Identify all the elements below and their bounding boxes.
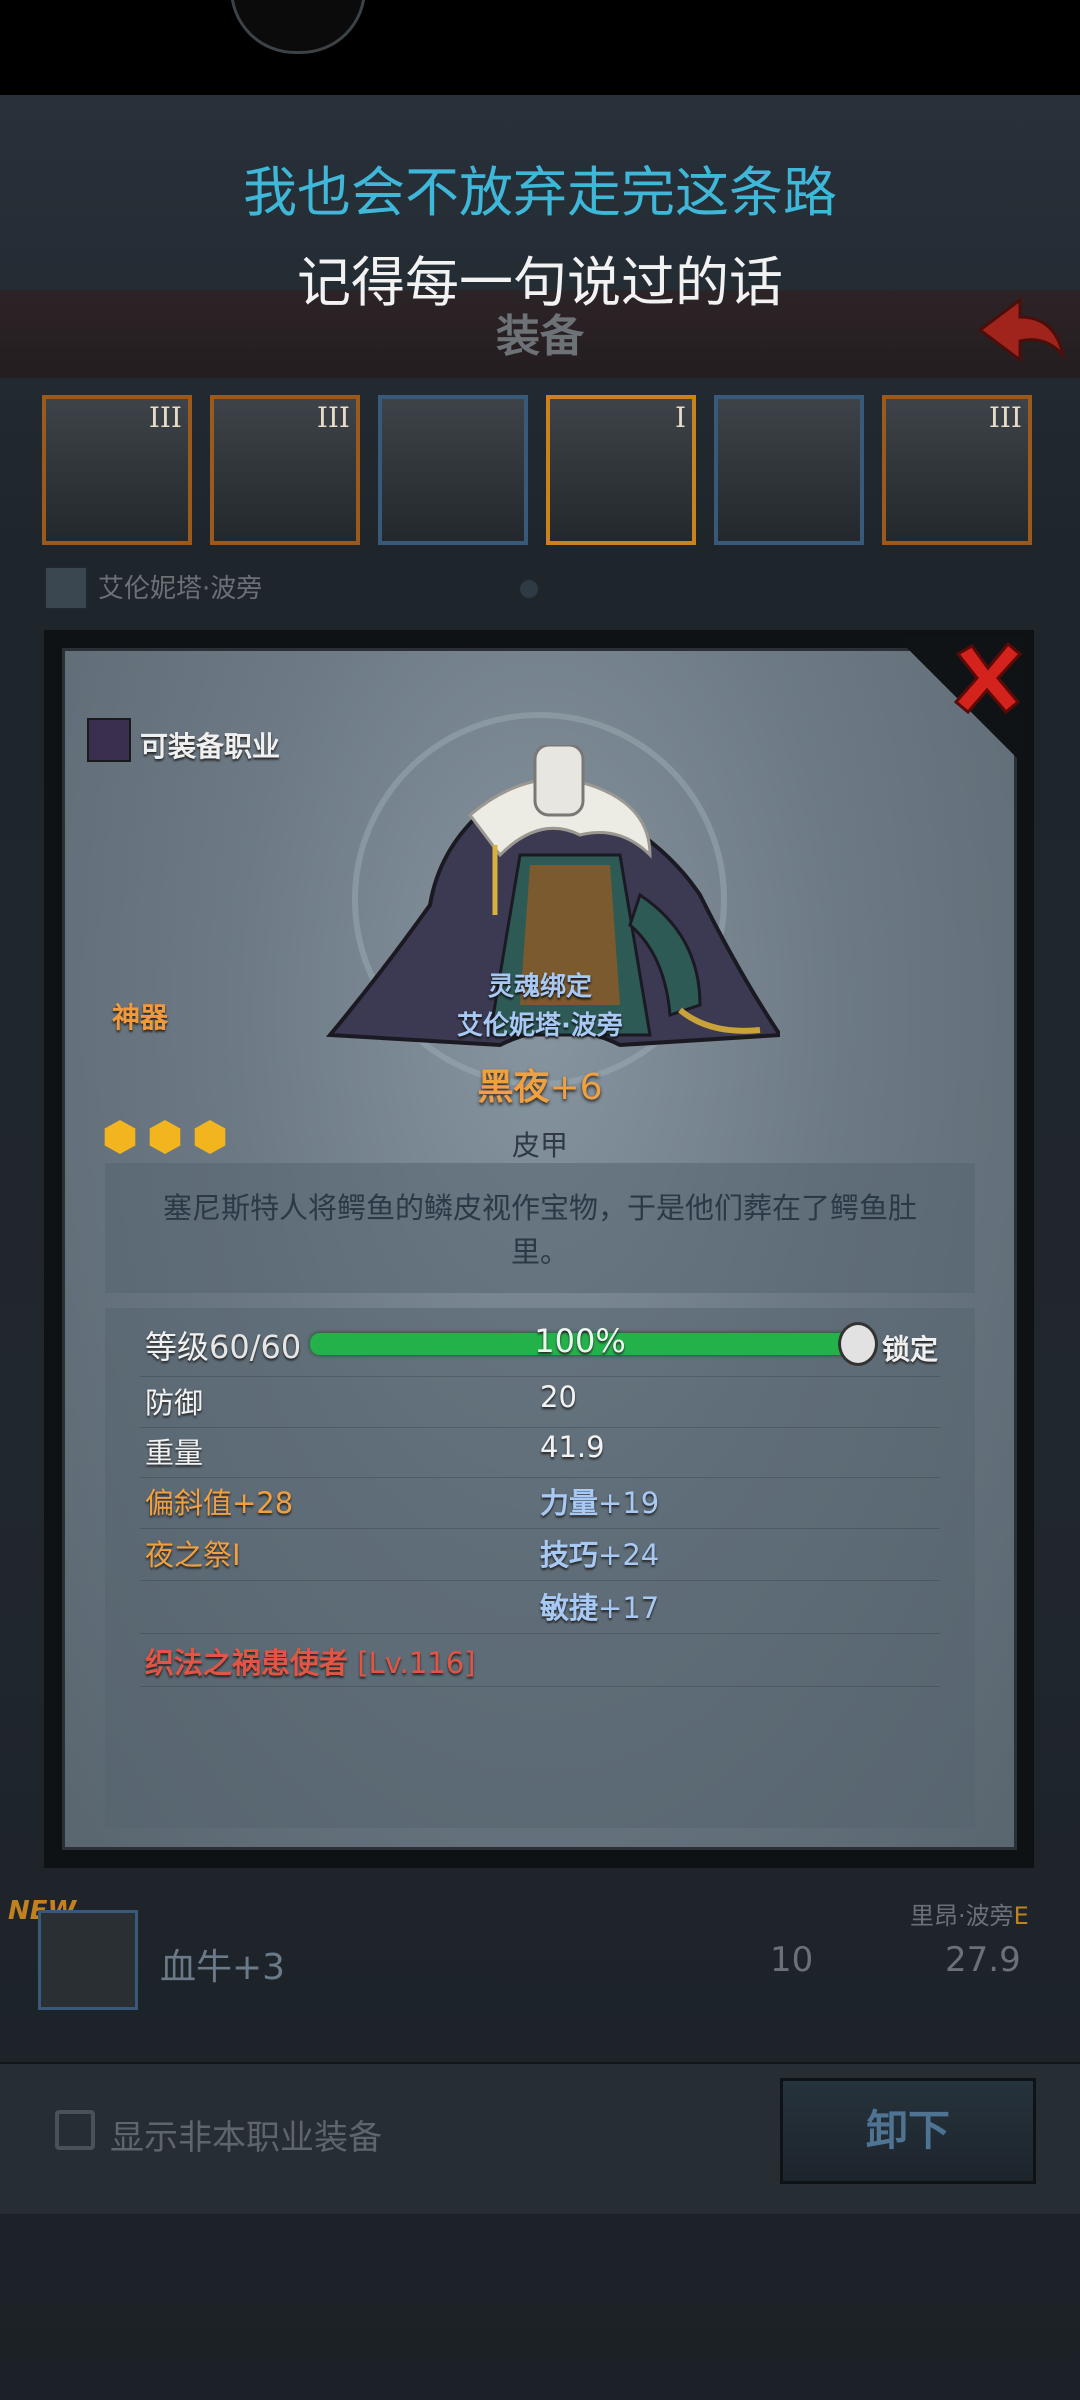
item-title: 黑夜+6: [0, 1058, 1080, 1110]
lock-label[interactable]: 锁定: [882, 1328, 938, 1368]
weight-label: 重量: [145, 1436, 204, 1470]
tier-numeral: III: [316, 401, 350, 434]
item-type: 皮甲: [511, 1129, 568, 1162]
equipment-slot-boots[interactable]: [714, 395, 864, 545]
show-other-class-label: 显示非本职业装备: [110, 2118, 382, 2158]
tier-numeral: I: [674, 401, 686, 434]
equipment-slot-offhand[interactable]: III: [210, 395, 360, 545]
show-other-class-checkbox[interactable]: [55, 2110, 95, 2150]
soulbound-label: 灵魂绑定: [487, 972, 592, 1002]
agility-stat: 敏捷+17: [540, 1591, 660, 1625]
character-avatar-icon: [44, 566, 88, 610]
item-name: 黑夜: [477, 1067, 550, 1108]
weight-value: 41.9: [540, 1430, 605, 1464]
lyric-line-2: 记得每一句说过的话: [297, 251, 783, 314]
strength-stat: 力量+19: [540, 1486, 660, 1520]
equipment-slot-weapon[interactable]: III: [42, 395, 192, 545]
equipment-slot-helmet[interactable]: [378, 395, 528, 545]
equippable-class-label: 可装备职业: [140, 730, 281, 763]
list-item-owner: 里昂·波旁E: [910, 1902, 1029, 1930]
defense-label: 防御: [145, 1386, 204, 1420]
page-indicator-dot: [520, 580, 538, 598]
defense-value: 20: [540, 1380, 577, 1414]
level-progress-text: 100%: [534, 1322, 626, 1360]
row-divider: [140, 1580, 940, 1581]
row-divider: [140, 1427, 940, 1428]
character-name: 艾伦妮塔·波旁: [98, 574, 263, 604]
class-weapon-icon: [87, 718, 131, 762]
equipment-slot-book[interactable]: III: [882, 395, 1032, 545]
bound-owner-label: 艾伦妮塔·波旁: [457, 1011, 623, 1041]
tier-numeral: III: [148, 401, 182, 434]
row-divider: [140, 1633, 940, 1634]
unequip-button[interactable]: 卸下: [780, 2078, 1036, 2184]
row-divider: [140, 1477, 940, 1478]
top-bar: [0, 0, 1080, 95]
row-divider: [140, 1528, 940, 1529]
equipment-slot-armor[interactable]: I: [546, 395, 696, 545]
list-item-defense: 10: [770, 1940, 814, 1980]
item-enhance-level: +6: [549, 1067, 603, 1108]
item-description: 塞尼斯特人将鳄鱼的鳞皮视作宝物，于是他们葬在了鳄鱼肚里。: [162, 1191, 917, 1269]
row-divider: [140, 1686, 940, 1687]
row-divider: [140, 1376, 940, 1377]
technique-stat: 技巧+24: [540, 1538, 660, 1572]
skill-stat: 夜之祭I: [145, 1538, 241, 1572]
lyric-line-1: 我也会不放弃走完这条路: [243, 161, 837, 224]
armor-thumbnail-icon[interactable]: [38, 1910, 138, 2010]
lock-icon[interactable]: [838, 1322, 878, 1366]
deflection-stat: 偏斜值+28: [145, 1486, 294, 1520]
tier-numeral: III: [988, 401, 1022, 434]
close-icon[interactable]: [950, 640, 1025, 715]
level-label: 等级60/60: [145, 1328, 302, 1366]
list-item-name[interactable]: 血牛+3: [160, 1938, 285, 1990]
list-item-weight: 27.9: [945, 1940, 1021, 1980]
set-bonus: 织法之祸患使者 [Lv.116]: [145, 1646, 476, 1680]
